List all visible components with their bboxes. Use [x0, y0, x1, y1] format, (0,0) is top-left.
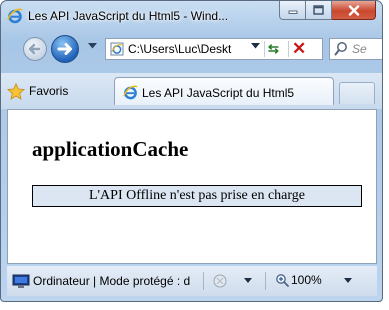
caption-buttons: [279, 1, 376, 21]
back-arrow-icon: [28, 43, 41, 55]
status-bar: Ordinateur | Mode protégé : d 100%: [7, 266, 377, 296]
page-content: applicationCache L'API Offline n'est pas…: [7, 109, 377, 264]
security-dropdown-icon[interactable]: [244, 278, 252, 283]
zoom-control[interactable]: 100%: [275, 273, 322, 287]
favorites-label: Favoris: [29, 84, 69, 98]
tab-label: Les API JavaScript du Html5: [142, 86, 295, 100]
history-dropdown-icon[interactable]: [88, 43, 97, 49]
navigation-bar: C:\Users\Luc\Deskt ⇆ ✕ Se: [1, 33, 382, 65]
zoom-icon: [276, 274, 289, 287]
tab-bar: Favoris Les API JavaScript du Html5: [1, 73, 382, 109]
close-button[interactable]: [332, 1, 376, 20]
ie-icon: [7, 8, 23, 24]
new-tab-button[interactable]: [339, 82, 375, 104]
page-icon: [110, 42, 124, 56]
maximize-icon: [313, 5, 324, 15]
title-bar: Les API JavaScript du Html5 - Wind...: [1, 1, 382, 31]
search-box[interactable]: Se: [329, 38, 382, 60]
status-message: L'API Offline n'est pas prise en charge: [32, 185, 362, 207]
back-button[interactable]: [23, 37, 47, 61]
address-separator: [288, 41, 289, 57]
window-title: Les API JavaScript du Html5 - Wind...: [28, 9, 229, 23]
computer-icon: [12, 274, 30, 288]
address-bar[interactable]: C:\Users\Luc\Deskt ⇆ ✕: [105, 38, 323, 60]
browser-window: Les API JavaScript du Html5 - Wind... C:…: [0, 0, 383, 302]
ie-icon: [123, 85, 138, 100]
status-text: Ordinateur | Mode protégé : d: [33, 274, 191, 288]
close-icon: [348, 4, 359, 16]
minimize-button[interactable]: [279, 1, 306, 20]
favorites-button[interactable]: Favoris: [7, 81, 68, 101]
status-separator: [203, 272, 204, 290]
maximize-button[interactable]: [306, 1, 332, 20]
status-separator: [265, 272, 266, 290]
zoom-level: 100%: [291, 273, 322, 287]
tab-active[interactable]: Les API JavaScript du Html5: [114, 77, 334, 105]
forward-arrow-icon: [57, 43, 72, 55]
stop-icon[interactable]: ✕: [292, 39, 306, 59]
search-placeholder: Se: [352, 42, 367, 56]
refresh-icon[interactable]: ⇆: [268, 41, 279, 57]
zoom-dropdown-icon[interactable]: [344, 278, 352, 283]
page-heading: applicationCache: [32, 137, 189, 161]
minimize-icon: [288, 10, 297, 14]
address-separator: [264, 41, 265, 57]
address-url: C:\Users\Luc\Deskt: [128, 42, 232, 56]
search-icon: [334, 42, 347, 56]
address-dropdown-icon[interactable]: [251, 43, 260, 49]
star-icon: [7, 82, 25, 100]
forward-button[interactable]: [51, 35, 79, 63]
security-settings-icon[interactable]: [211, 273, 229, 289]
